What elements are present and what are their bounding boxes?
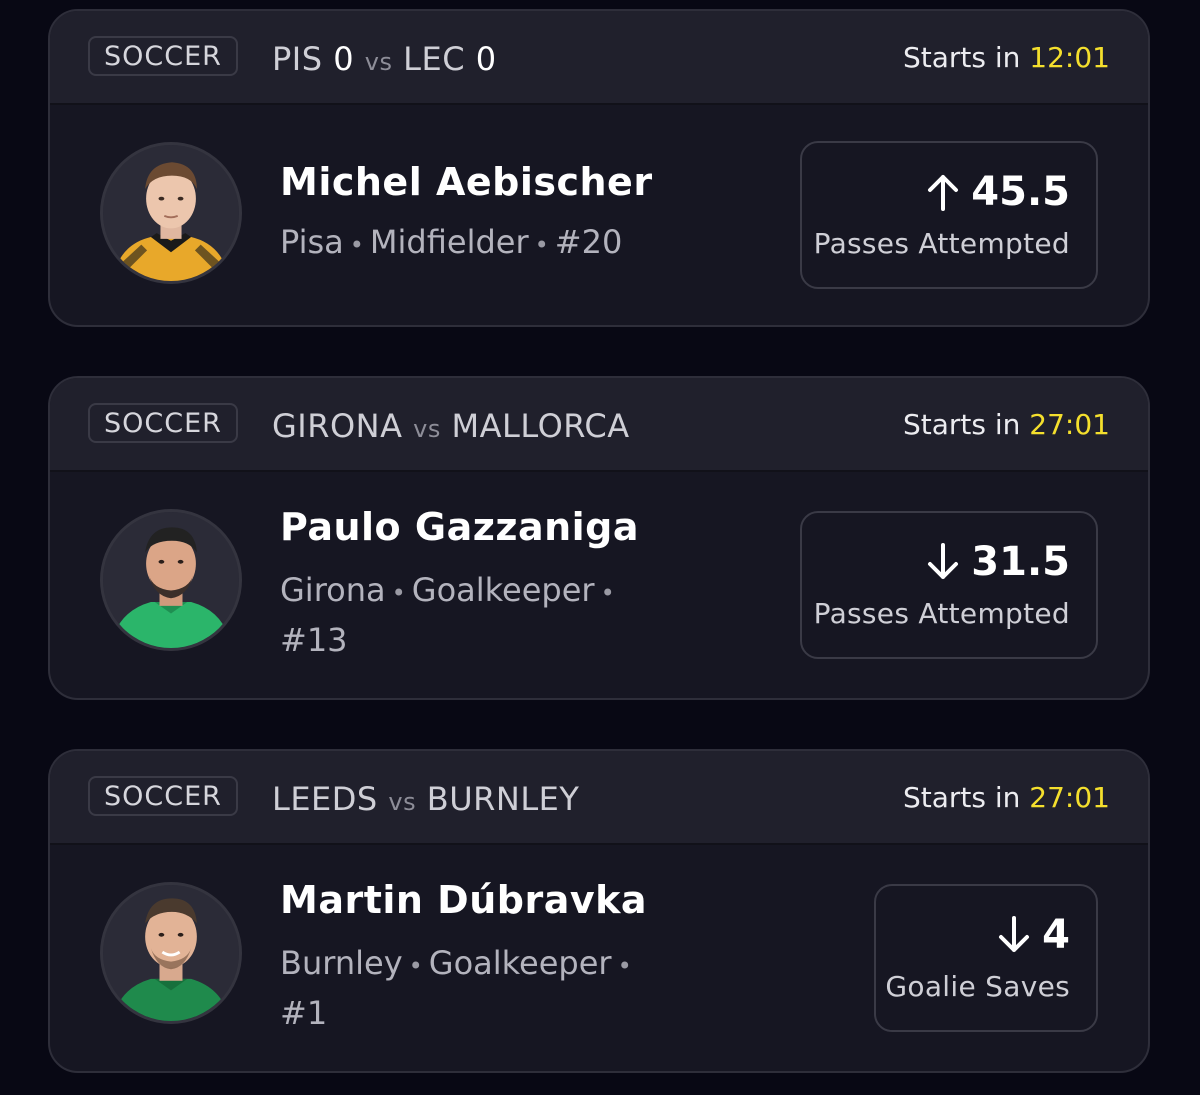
separator-dot: • — [408, 952, 423, 980]
arrow-down-icon — [999, 916, 1030, 952]
pick-card-gazzaniga[interactable]: SOCCER GIRONA vs MALLORCA Starts in 27:0… — [48, 376, 1150, 700]
home-team: LEEDS — [272, 780, 378, 818]
vs-label: vs — [388, 788, 417, 816]
player-name: Martin Dúbravka — [280, 878, 648, 922]
player-position: Goalkeeper — [428, 944, 612, 982]
player-team: Girona — [280, 571, 386, 609]
away-score: 0 — [475, 40, 497, 78]
stat-pick-button[interactable]: 31.5 Passes Attempted — [800, 511, 1098, 659]
player-avatar — [100, 882, 242, 1024]
player-meta: Burnley • Goalkeeper • #1 — [280, 940, 660, 1037]
separator-dot: • — [349, 231, 364, 259]
away-team: LEC — [403, 40, 466, 78]
player-photo-gazzaniga — [103, 512, 239, 648]
player-name: Paulo Gazzaniga — [280, 505, 640, 549]
home-team: GIRONA — [272, 407, 403, 445]
player-number: #13 — [280, 621, 348, 659]
separator-dot: • — [391, 579, 406, 607]
stat-label: Passes Attempted — [813, 597, 1070, 630]
matchup: GIRONA vs MALLORCA — [272, 406, 630, 449]
stat-value-row: 31.5 — [925, 539, 1070, 585]
stat-pick-button[interactable]: 4 Goalie Saves — [874, 884, 1098, 1032]
stat-label: Passes Attempted — [813, 227, 1070, 260]
stat-value-row: 45.5 — [925, 169, 1070, 215]
start-time: Starts in 12:01 — [903, 39, 1110, 77]
matchup: LEEDS vs BURNLEY — [272, 779, 579, 822]
vs-label: vs — [364, 48, 393, 76]
start-time: Starts in 27:01 — [903, 406, 1110, 444]
away-team: MALLORCA — [451, 407, 630, 445]
matchup: PIS 0 vs LEC 0 — [272, 39, 497, 82]
sport-badge: SOCCER — [88, 36, 238, 76]
start-time: Starts in 27:01 — [903, 779, 1110, 817]
card-header: SOCCER GIRONA vs MALLORCA Starts in 27:0… — [50, 378, 1148, 472]
home-team: PIS — [272, 40, 323, 78]
player-photo-dubravka — [103, 885, 239, 1021]
pick-card-dubravka[interactable]: SOCCER LEEDS vs BURNLEY Starts in 27:01 … — [48, 749, 1150, 1073]
player-name: Michel Aebischer — [280, 160, 653, 204]
countdown: 27:01 — [1029, 781, 1110, 814]
away-team: BURNLEY — [426, 780, 580, 818]
player-position: Goalkeeper — [411, 571, 595, 609]
pick-card-aebischer[interactable]: SOCCER PIS 0 vs LEC 0 Starts in 12:01 Mi… — [48, 9, 1150, 327]
player-avatar — [100, 142, 242, 284]
player-meta: Pisa • Midfielder • #20 — [280, 219, 800, 269]
separator-dot: • — [600, 579, 615, 607]
starts-label: Starts in — [902, 41, 1021, 74]
player-team: Pisa — [280, 223, 344, 261]
arrow-down-icon — [928, 543, 959, 579]
player-photo-aebischer — [103, 145, 239, 281]
stat-label: Goalie Saves — [885, 970, 1070, 1003]
arrow-up-icon — [928, 175, 959, 211]
player-avatar — [100, 509, 242, 651]
player-number: #20 — [554, 223, 623, 261]
vs-label: vs — [413, 415, 441, 443]
starts-label: Starts in — [902, 781, 1021, 814]
countdown: 27:01 — [1029, 408, 1110, 441]
starts-label: Starts in — [902, 408, 1021, 441]
card-header: SOCCER PIS 0 vs LEC 0 Starts in 12:01 — [50, 11, 1148, 105]
stat-value-row: 4 — [996, 912, 1070, 958]
sport-badge: SOCCER — [88, 403, 238, 443]
separator-dot: • — [617, 952, 632, 980]
player-position: Midfielder — [369, 223, 529, 261]
stat-line-value: 31.5 — [971, 539, 1070, 585]
sport-badge: SOCCER — [88, 776, 238, 816]
countdown: 12:01 — [1029, 41, 1110, 74]
stat-pick-button[interactable]: 45.5 Passes Attempted — [800, 141, 1098, 289]
player-team: Burnley — [280, 944, 403, 982]
separator-dot: • — [534, 231, 549, 259]
player-number: #1 — [280, 994, 328, 1032]
card-header: SOCCER LEEDS vs BURNLEY Starts in 27:01 — [50, 751, 1148, 845]
stat-line-value: 45.5 — [971, 169, 1070, 215]
stat-line-value: 4 — [1042, 912, 1070, 958]
player-meta: Girona • Goalkeeper • #13 — [280, 567, 660, 664]
home-score: 0 — [333, 40, 355, 78]
